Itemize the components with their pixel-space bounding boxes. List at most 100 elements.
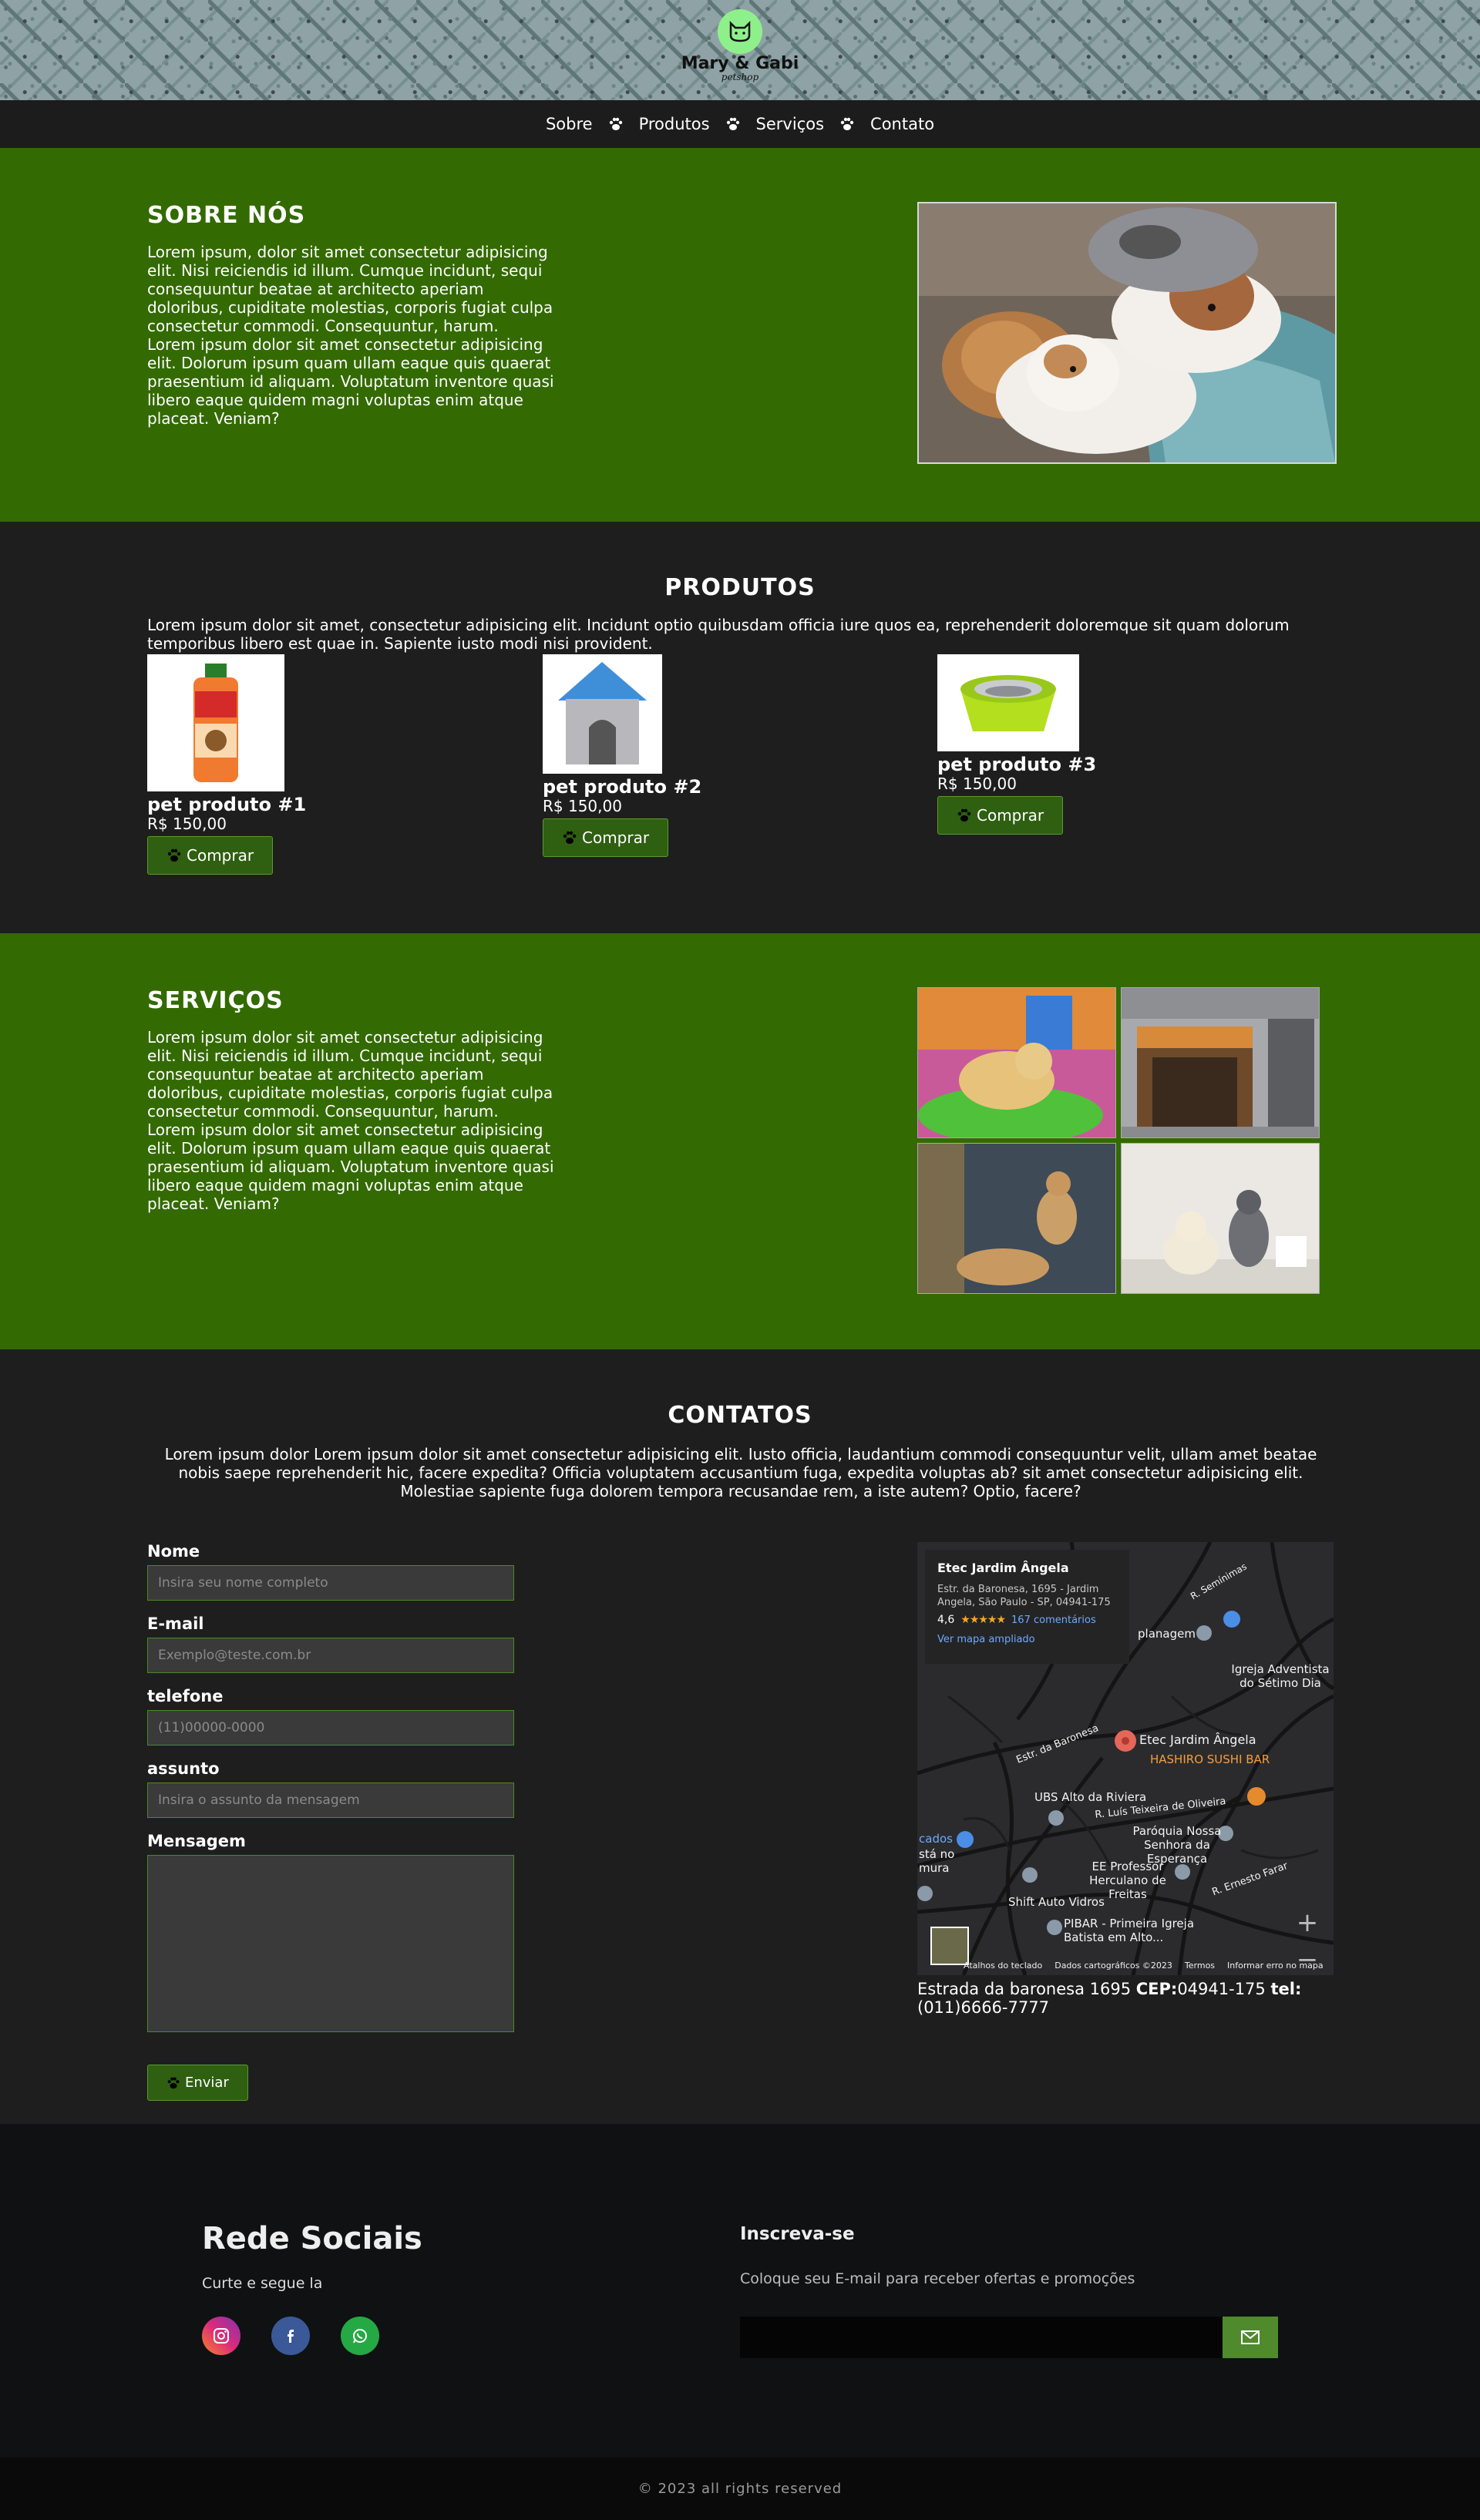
rating-value: 4,6	[937, 1614, 955, 1626]
address-street: Estrada da baronesa 1695	[917, 1980, 1132, 1998]
nav-servicos[interactable]: Serviços	[756, 115, 824, 133]
social-icons	[202, 2317, 379, 2355]
shampoo-bottle-image[interactable]	[147, 654, 284, 791]
mensagem-label: Mensagem	[147, 1832, 246, 1850]
map-attribution: Atalhos do teclado Dados cartográficos ©…	[964, 1961, 1324, 1971]
mensagem-textarea[interactable]	[147, 1855, 514, 2032]
newsletter-email-input[interactable]	[740, 2317, 1223, 2358]
product-card: pet produto #2 R$ 150,00 Comprar	[543, 654, 701, 857]
instagram-icon[interactable]	[202, 2317, 240, 2355]
tel-label: tel:	[1270, 1980, 1302, 1998]
map-info-card: Etec Jardim Ângela Estr. da Baronesa, 16…	[925, 1550, 1129, 1664]
produtos-section: PRODUTOS Lorem ipsum dolor sit amet, con…	[0, 522, 1480, 933]
map-place-name: Etec Jardim Ângela	[937, 1561, 1069, 1575]
sobre-title: SOBRE NÓS	[147, 202, 306, 229]
dogs-kennel-photo	[917, 1143, 1116, 1294]
comprar-button[interactable]: Comprar	[543, 818, 669, 857]
map-cados-label: cados	[919, 1832, 953, 1846]
social-subtitle: Curte e segue la	[202, 2275, 323, 2292]
map-attribution-item: Dados cartográficos ©2023	[1054, 1961, 1172, 1971]
paw-icon	[167, 2077, 180, 2088]
product-name: pet produto #1	[147, 794, 307, 815]
map-attribution-item[interactable]: Atalhos do teclado	[964, 1961, 1042, 1971]
cat-logo-icon	[718, 9, 762, 54]
paw-icon	[608, 116, 624, 132]
button-label: Enviar	[185, 2075, 229, 2091]
product-card: pet produto #1 R$ 150,00 Comprar	[147, 654, 306, 875]
produtos-intro: Lorem ipsum dolor sit amet, consectetur …	[147, 616, 1290, 653]
enviar-button[interactable]: Enviar	[147, 2065, 248, 2101]
telefone-input[interactable]	[147, 1710, 514, 1746]
star-rating-icon: ★★★★★	[960, 1614, 1006, 1626]
view-larger-map-link[interactable]: Ver mapa ampliado	[937, 1634, 1117, 1645]
email-label: E-mail	[147, 1614, 204, 1633]
copyright: © 2023 all rights reserved	[0, 2458, 1480, 2520]
nome-label: Nome	[147, 1542, 200, 1561]
button-label: Comprar	[187, 846, 254, 865]
nav-sobre[interactable]: Sobre	[546, 115, 593, 133]
services-gallery	[917, 987, 1320, 1295]
nome-input[interactable]	[147, 1565, 514, 1601]
contatos-section: CONTATOS Lorem ipsum dolor Lorem ipsum d…	[0, 1349, 1480, 2124]
servicos-paragraph-2: Lorem ipsum dolor sit amet consectetur a…	[147, 1121, 554, 1213]
map-rating: 4,6 ★★★★★ 167 comentários	[937, 1614, 1117, 1626]
paw-icon	[957, 808, 971, 822]
map-pibar-label[interactable]: PIBAR - Primeira Igreja Batista em Alto.…	[1064, 1917, 1202, 1944]
newsletter-submit-button[interactable]	[1223, 2317, 1278, 2358]
comprar-button[interactable]: Comprar	[147, 836, 274, 875]
site-header: Mary & Gabi petshop	[0, 0, 1480, 100]
google-map[interactable]: Etec Jardim Ângela Estr. da Baronesa, 16…	[917, 1542, 1334, 1975]
map-place-address: Estr. da Baronesa, 1695 - Jardim Angela,…	[937, 1584, 1111, 1608]
assunto-input[interactable]	[147, 1782, 514, 1818]
cep-label: CEP:	[1135, 1980, 1178, 1998]
map-attribution-item[interactable]: Informar erro no mapa	[1227, 1961, 1324, 1971]
paw-icon	[167, 848, 181, 862]
product-name: pet produto #2	[543, 776, 702, 798]
email-input[interactable]	[147, 1638, 514, 1673]
dogs-studio-photo	[1121, 1143, 1320, 1294]
sobre-paragraph-2: Lorem ipsum dolor sit amet consectetur a…	[147, 335, 554, 428]
address-line: Estrada da baronesa 1695 CEP:04941-175 t…	[917, 1980, 1334, 2017]
nav-contato[interactable]: Contato	[870, 115, 934, 133]
button-label: Comprar	[977, 806, 1044, 825]
servicos-section: SERVIÇOS Lorem ipsum dolor sit amet cons…	[0, 933, 1480, 1349]
tel-value: (011)6666-7777	[917, 1998, 1049, 2017]
puppies-photo	[917, 202, 1337, 464]
brand-name: Mary & Gabi	[681, 54, 799, 73]
newsletter-subtitle: Coloque seu E-mail para receber ofertas …	[740, 2270, 1135, 2287]
servicos-paragraph-1: Lorem ipsum dolor sit amet consectetur a…	[147, 1028, 553, 1121]
map-pin-label[interactable]: Etec Jardim Ângela	[1139, 1732, 1256, 1747]
map-attribution-item[interactable]: Termos	[1185, 1961, 1215, 1971]
product-price: R$ 150,00	[543, 797, 622, 815]
whatsapp-icon[interactable]	[341, 2317, 379, 2355]
pet-bowl-image[interactable]	[937, 654, 1079, 751]
assunto-label: assunto	[147, 1759, 220, 1778]
sobre-section: SOBRE NÓS Lorem ipsum, dolor sit amet co…	[0, 148, 1480, 522]
envelope-icon	[1241, 2330, 1260, 2344]
paw-icon	[839, 116, 855, 132]
dog-house-image[interactable]	[543, 654, 662, 774]
logo[interactable]: Mary & Gabi petshop	[663, 9, 817, 82]
product-price: R$ 150,00	[147, 815, 227, 833]
map-adventista-label[interactable]: Igreja Adventista do Sétimo Dia	[1223, 1662, 1334, 1690]
nav-produtos[interactable]: Produtos	[639, 115, 710, 133]
reviews-link[interactable]: 167 comentários	[1011, 1614, 1096, 1626]
servicos-title: SERVIÇOS	[147, 987, 284, 1014]
zoom-in-icon[interactable]: +	[1290, 1904, 1324, 1941]
map-shift-label[interactable]: Shift Auto Vidros	[1008, 1895, 1105, 1909]
dog-bed-photo	[917, 987, 1116, 1138]
map-stano-label: stá no	[919, 1847, 955, 1861]
map-sushi-label[interactable]: HASHIRO SUSHI BAR	[1150, 1752, 1270, 1766]
contact-form: Nome E-mail telefone assunto Mensagem En…	[147, 1542, 514, 2101]
telefone-label: telefone	[147, 1687, 224, 1705]
map-ubs-label[interactable]: UBS Alto da Riviera	[1034, 1790, 1146, 1804]
map-mura-label: mura	[919, 1861, 950, 1875]
sobre-paragraph-1: Lorem ipsum, dolor sit amet consectetur …	[147, 243, 553, 335]
site-footer: Rede Sociais Curte e segue la Inscreva-s…	[0, 2124, 1480, 2458]
facebook-icon[interactable]	[271, 2317, 310, 2355]
contatos-title: CONTATOS	[668, 1402, 812, 1429]
paw-icon	[563, 831, 577, 844]
comprar-button[interactable]: Comprar	[937, 796, 1064, 835]
social-title: Rede Sociais	[202, 2221, 422, 2256]
produtos-title: PRODUTOS	[664, 574, 816, 601]
